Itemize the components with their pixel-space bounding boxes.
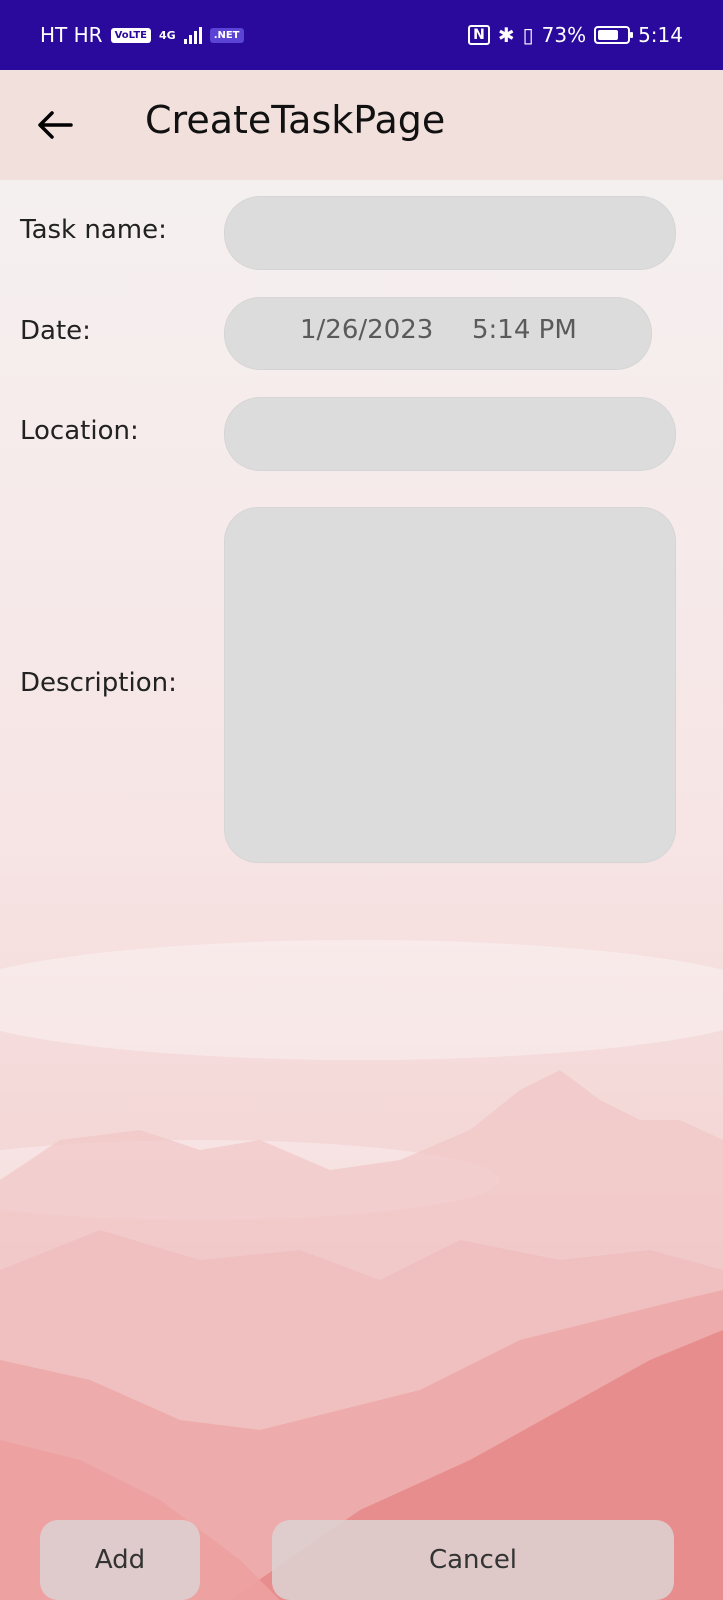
arrow-left-icon — [38, 111, 73, 139]
cancel-button[interactable]: Cancel — [272, 1520, 674, 1600]
time-value[interactable]: 5:14 PM — [472, 315, 577, 345]
signal-icon — [183, 26, 202, 44]
screen: HT HR VoLTE 4G .NET N ✱ ▯ 73% 5:14 Creat… — [0, 0, 723, 1600]
add-button[interactable]: Add — [40, 1520, 200, 1600]
net-badge: .NET — [209, 27, 244, 43]
network-type: 4G — [159, 28, 176, 42]
status-right: N ✱ ▯ 73% 5:14 — [468, 23, 683, 47]
task-name-input[interactable] — [224, 196, 676, 270]
status-bar: HT HR VoLTE 4G .NET N ✱ ▯ 73% 5:14 — [0, 0, 723, 70]
description-label: Description: — [20, 668, 177, 698]
app-bar: CreateTaskPage — [0, 70, 723, 180]
back-button[interactable] — [30, 100, 80, 150]
status-left: HT HR VoLTE 4G .NET — [40, 23, 244, 47]
clock: 5:14 — [638, 23, 683, 47]
carrier-label: HT HR — [40, 23, 103, 47]
battery-percent: 73% — [541, 23, 587, 47]
page-title: CreateTaskPage — [145, 98, 446, 142]
vibrate-icon: ▯ — [522, 23, 534, 47]
description-input[interactable] — [224, 507, 676, 863]
battery-icon — [594, 26, 634, 44]
date-time-picker[interactable]: 1/26/2023 5:14 PM — [224, 297, 652, 370]
nfc-icon: N — [468, 25, 490, 45]
volte-badge: VoLTE — [110, 27, 151, 43]
location-input[interactable] — [224, 397, 676, 471]
location-label: Location: — [20, 416, 139, 446]
bluetooth-icon: ✱ — [497, 23, 515, 47]
task-name-label: Task name: — [20, 215, 167, 245]
mountain-background — [0, 180, 723, 1600]
date-label: Date: — [20, 316, 91, 346]
date-value[interactable]: 1/26/2023 — [300, 315, 433, 345]
